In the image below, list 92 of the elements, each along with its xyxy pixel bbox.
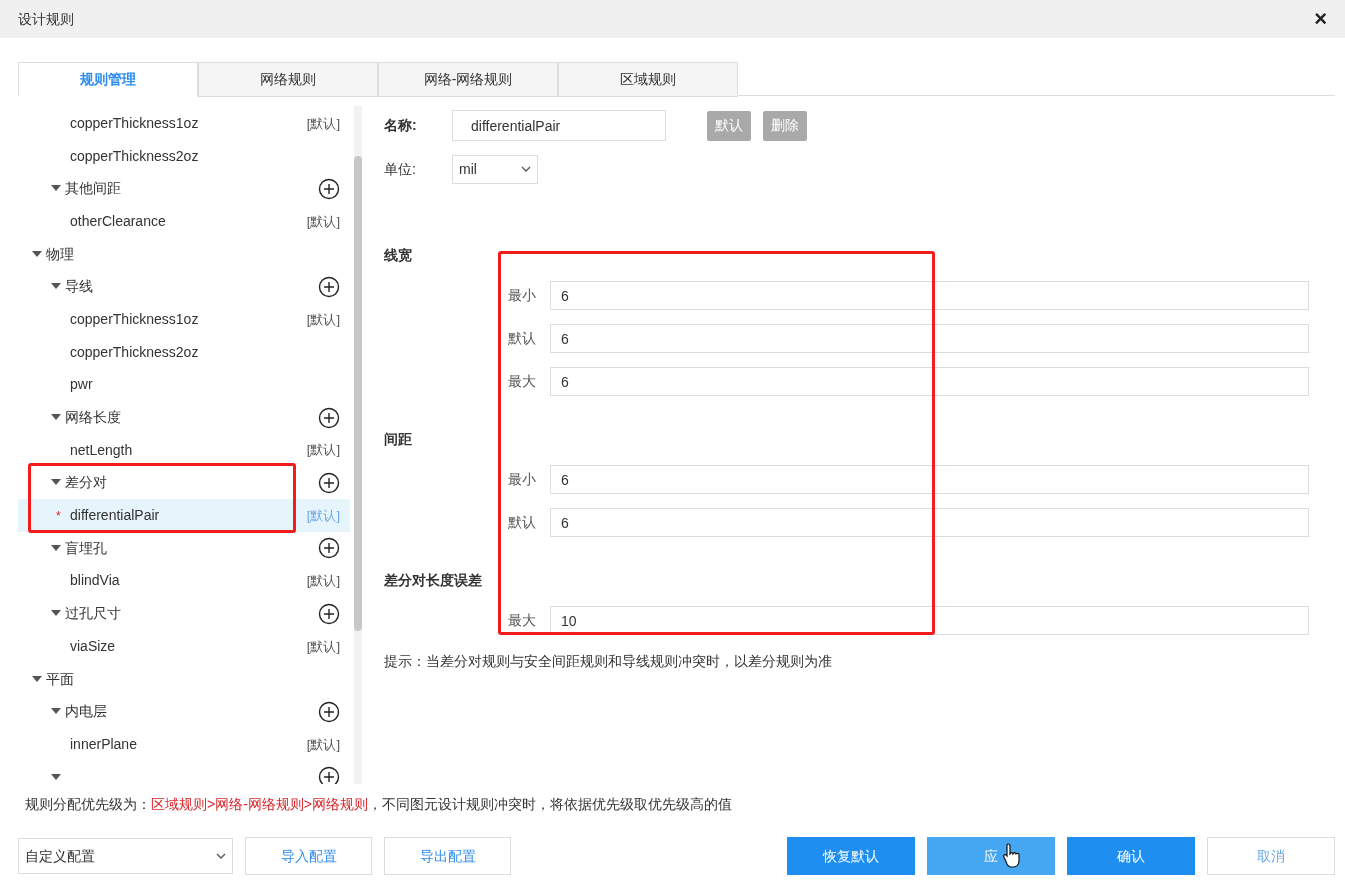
tree-item-label: differentialPair bbox=[70, 506, 160, 526]
modified-asterisk: * bbox=[56, 507, 61, 525]
tree-group[interactable]: 内电层 bbox=[65, 701, 107, 723]
expand-caret-icon[interactable] bbox=[51, 544, 61, 552]
expand-caret-icon[interactable] bbox=[51, 708, 61, 716]
hand-cursor-icon bbox=[1002, 842, 1022, 868]
tree-item-label: netLength bbox=[70, 440, 133, 460]
default-tag: [默认] bbox=[306, 211, 340, 232]
config-button[interactable]: 导出配置 bbox=[384, 837, 511, 875]
add-icon[interactable] bbox=[318, 471, 340, 494]
expand-caret-icon[interactable] bbox=[51, 283, 61, 291]
tree-item[interactable]: innerPlane [默认] bbox=[18, 728, 350, 761]
field-label: 最大 bbox=[507, 611, 537, 630]
add-icon[interactable] bbox=[318, 177, 340, 200]
section-title: 间距 bbox=[384, 430, 413, 449]
tree-item-label: pwr bbox=[70, 375, 93, 395]
hint-text: 提示：当差分对规则与安全间距规则和导线规则冲突时，以差分规则为准 bbox=[384, 652, 833, 671]
tree-group[interactable]: 盲埋孔 bbox=[65, 537, 107, 559]
priority-note: 规则分配优先级为：区域规则>网络-网络规则>网络规则，不同图元设计规则冲突时，将依据优先级取优先级高的值 bbox=[25, 795, 733, 814]
tree-item-label: otherClearance bbox=[70, 211, 166, 231]
value-field[interactable]: 6 bbox=[550, 367, 1309, 396]
add-icon[interactable] bbox=[318, 766, 340, 784]
default-tag: [默认] bbox=[306, 636, 340, 657]
name-label: 名称: bbox=[384, 116, 418, 135]
add-icon[interactable] bbox=[318, 602, 340, 625]
unit-select[interactable]: mil bbox=[452, 154, 538, 184]
config-button[interactable]: 导入配置 bbox=[245, 837, 372, 875]
tree-item-label: innerPlane bbox=[70, 734, 137, 754]
tree-group[interactable]: 其他间距 bbox=[65, 178, 121, 200]
tree-item[interactable]: copperThickness1oz [默认] bbox=[18, 303, 350, 336]
expand-caret-icon[interactable] bbox=[51, 479, 61, 487]
value-field[interactable]: 6 bbox=[550, 508, 1309, 537]
add-icon[interactable] bbox=[318, 700, 340, 723]
tree-group[interactable]: 平面 bbox=[46, 668, 74, 690]
tree-item[interactable]: viaSize [默认] bbox=[18, 630, 350, 663]
default-tag: [默认] bbox=[306, 440, 340, 460]
tree-item[interactable]: pwr bbox=[18, 368, 350, 402]
tree-item[interactable]: otherClearance [默认] bbox=[18, 205, 350, 238]
unit-label: 单位: bbox=[384, 159, 417, 179]
tab[interactable]: 网络-网络规则 bbox=[378, 62, 558, 97]
tree-item-label: copperThickness1oz bbox=[70, 309, 199, 329]
tree-item[interactable]: * differentialPair [默认] bbox=[18, 499, 350, 532]
expand-caret-icon[interactable] bbox=[51, 773, 61, 781]
value-field[interactable]: 6 bbox=[550, 281, 1309, 310]
value-field[interactable]: 10 bbox=[550, 606, 1309, 635]
tree-group[interactable]: 导线 bbox=[65, 276, 93, 298]
name-field[interactable]: differentialPair bbox=[452, 110, 666, 141]
section-title: 差分对长度误差 bbox=[384, 571, 483, 590]
expand-caret-icon[interactable] bbox=[51, 610, 61, 618]
value-field[interactable]: 6 bbox=[550, 465, 1309, 494]
field-label: 默认 bbox=[507, 329, 537, 348]
tree-item[interactable]: copperThickness2oz bbox=[18, 335, 350, 369]
config-select[interactable]: 自定义配置 bbox=[18, 838, 233, 874]
expand-caret-icon[interactable] bbox=[32, 250, 42, 258]
tree-item[interactable]: netLength [默认] bbox=[18, 433, 350, 467]
tree-group[interactable]: 过孔尺寸 bbox=[65, 603, 121, 625]
scrollbar[interactable] bbox=[354, 106, 362, 784]
tab[interactable]: 区域规则 bbox=[558, 62, 738, 97]
section-title: 线宽 bbox=[384, 246, 413, 265]
field-label: 默认 bbox=[507, 513, 537, 532]
tree-item[interactable]: copperThickness2oz bbox=[18, 139, 350, 173]
tree-group[interactable]: 差分对 bbox=[65, 472, 107, 494]
expand-caret-icon[interactable] bbox=[51, 185, 61, 193]
tree-group[interactable]: 网络长度 bbox=[65, 407, 121, 429]
tree-item-label: blindVia bbox=[70, 571, 120, 591]
add-icon[interactable] bbox=[318, 406, 340, 429]
tree-item[interactable]: copperThickness1oz [默认] bbox=[18, 107, 350, 140]
tab[interactable]: 规则管理 bbox=[18, 62, 198, 97]
window-title: 设计规则 bbox=[18, 9, 74, 29]
default-tag: [默认] bbox=[306, 571, 340, 591]
tree-item-label: viaSize bbox=[70, 636, 116, 656]
default-tag: [默认] bbox=[306, 113, 340, 134]
field-label: 最大 bbox=[507, 372, 537, 391]
field-label: 最小 bbox=[507, 286, 537, 305]
field-label: 最小 bbox=[507, 470, 537, 489]
tab[interactable]: 网络规则 bbox=[198, 62, 378, 97]
chevron-down-icon bbox=[216, 853, 226, 859]
default-tag: [默认] bbox=[306, 734, 340, 755]
default-tag: [默认] bbox=[306, 309, 340, 330]
expand-caret-icon[interactable] bbox=[32, 675, 42, 683]
tree-item-label: copperThickness1oz bbox=[70, 113, 199, 133]
tree-item-label: copperThickness2oz bbox=[70, 342, 199, 362]
tree-item[interactable]: blindVia [默认] bbox=[18, 564, 350, 598]
add-icon[interactable] bbox=[318, 275, 340, 298]
default-tag: [默认] bbox=[306, 505, 340, 526]
chevron-down-icon bbox=[521, 166, 531, 172]
value-field[interactable]: 6 bbox=[550, 324, 1309, 353]
close-button[interactable]: × bbox=[1314, 8, 1327, 30]
tree-group[interactable]: 物理 bbox=[46, 243, 74, 265]
tree-item-label: copperThickness2oz bbox=[70, 146, 199, 166]
add-icon[interactable] bbox=[318, 537, 340, 560]
expand-caret-icon[interactable] bbox=[51, 414, 61, 422]
